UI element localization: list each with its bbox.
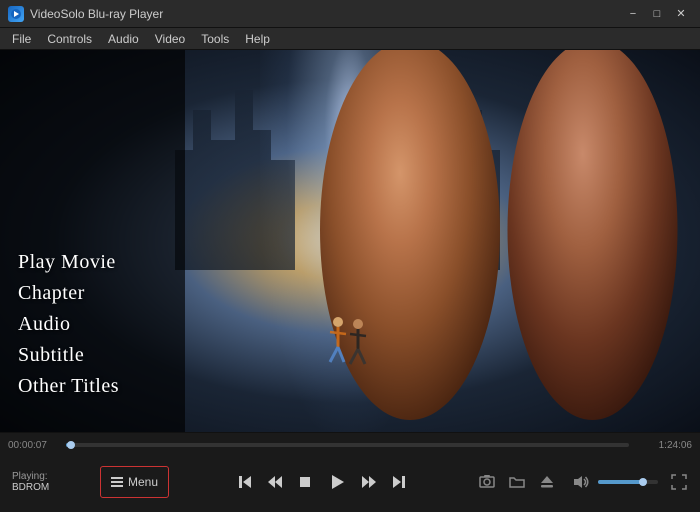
fast-forward-icon: [361, 474, 377, 490]
disc-menu-play-movie[interactable]: Play Movie: [18, 251, 185, 274]
controls-bar: 00:00:07 1:24:06 Playing: BDROM Menu: [0, 432, 700, 512]
play-icon: [328, 473, 346, 491]
fast-forward-button[interactable]: [355, 468, 383, 496]
volume-button[interactable]: [568, 469, 594, 495]
volume-slider[interactable]: [598, 480, 658, 484]
menu-tools[interactable]: Tools: [193, 30, 237, 48]
progress-container: 00:00:07 1:24:06: [0, 433, 700, 453]
next-chapter-button[interactable]: [385, 468, 413, 496]
folder-icon: [509, 474, 525, 490]
playing-label: Playing:: [12, 471, 84, 482]
rewind-icon: [267, 474, 283, 490]
video-area: Play Movie Chapter Audio Subtitle Other …: [0, 50, 700, 432]
menu-controls[interactable]: Controls: [39, 30, 100, 48]
right-controls: [474, 469, 560, 495]
progress-thumb[interactable]: [67, 441, 75, 449]
progress-bar[interactable]: [66, 443, 629, 447]
rewind-button[interactable]: [261, 468, 289, 496]
playing-source: BDROM: [12, 482, 84, 493]
app-title: VideoSolo Blu-ray Player: [30, 7, 163, 21]
app-icon: [8, 6, 24, 22]
hamburger-icon: [111, 477, 123, 487]
next-chapter-icon: [391, 474, 407, 490]
running-figures: [310, 312, 390, 372]
disc-menu-other-titles[interactable]: Other Titles: [18, 375, 185, 398]
hamburger-line-2: [111, 481, 123, 483]
screenshot-icon: [479, 474, 495, 490]
total-time: 1:24:06: [637, 440, 692, 451]
menu-button[interactable]: Menu: [100, 466, 169, 498]
volume-thumb[interactable]: [639, 478, 647, 486]
disc-menu-subtitle[interactable]: Subtitle: [18, 344, 185, 367]
prev-chapter-button[interactable]: [231, 468, 259, 496]
hamburger-line-1: [111, 477, 123, 479]
open-folder-button[interactable]: [504, 469, 530, 495]
stop-button[interactable]: [291, 468, 319, 496]
playback-controls: [231, 466, 413, 498]
hamburger-line-3: [111, 485, 123, 487]
volume-fill: [598, 480, 643, 484]
close-button[interactable]: ✕: [670, 5, 692, 23]
menu-button-label: Menu: [128, 475, 158, 489]
menu-bar: File Controls Audio Video Tools Help: [0, 28, 700, 50]
eject-button[interactable]: [534, 469, 560, 495]
menu-audio[interactable]: Audio: [100, 30, 147, 48]
fullscreen-icon: [671, 474, 687, 490]
title-controls: − □ ✕: [622, 5, 692, 23]
volume-control: [568, 469, 658, 495]
restore-button[interactable]: □: [646, 5, 668, 23]
eject-icon: [539, 474, 555, 490]
play-button[interactable]: [321, 466, 353, 498]
minimize-button[interactable]: −: [622, 5, 644, 23]
title-left: VideoSolo Blu-ray Player: [8, 6, 163, 22]
prev-chapter-icon: [237, 474, 253, 490]
stop-icon: [298, 475, 312, 489]
disc-menu-chapter[interactable]: Chapter: [18, 282, 185, 305]
disc-menu-panel: Play Movie Chapter Audio Subtitle Other …: [0, 50, 185, 432]
bottom-controls: Playing: BDROM Menu: [0, 453, 700, 511]
menu-help[interactable]: Help: [237, 30, 278, 48]
disc-menu-audio[interactable]: Audio: [18, 313, 185, 336]
fullscreen-button[interactable]: [666, 469, 692, 495]
menu-video[interactable]: Video: [147, 30, 193, 48]
menu-file[interactable]: File: [4, 30, 39, 48]
volume-icon: [573, 474, 589, 490]
screenshot-button[interactable]: [474, 469, 500, 495]
current-time: 00:00:07: [8, 440, 58, 451]
title-bar: VideoSolo Blu-ray Player − □ ✕: [0, 0, 700, 28]
playing-info: Playing: BDROM: [8, 464, 88, 500]
